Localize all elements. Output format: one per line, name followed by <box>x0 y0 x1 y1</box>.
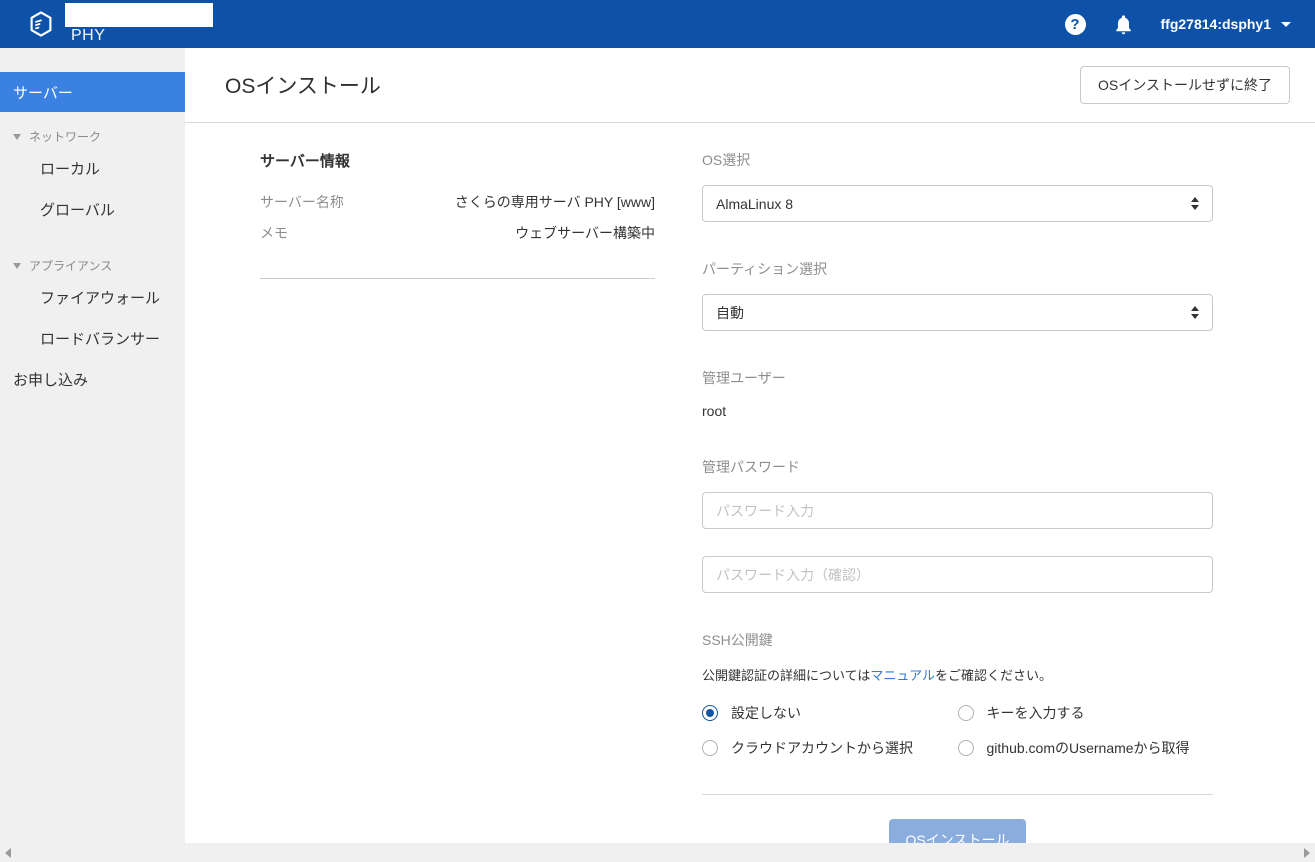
sidebar: サーバー ネットワーク ローカル グローバル アプライアンス ファイアウォール … <box>0 48 185 843</box>
server-name-row: サーバー名称 さくらの専用サーバ PHY [www] <box>260 192 655 212</box>
sidebar-item-global[interactable]: グローバル <box>0 200 185 218</box>
ssh-option-none[interactable]: 設定しない <box>702 703 958 723</box>
sidebar-item-server[interactable]: サーバー <box>0 72 185 112</box>
password-input[interactable] <box>702 492 1213 529</box>
horizontal-scrollbar[interactable] <box>0 843 1315 862</box>
sidebar-item-local[interactable]: ローカル <box>0 159 185 177</box>
ssh-option-enter-key[interactable]: キーを入力する <box>958 703 1214 723</box>
os-install-form: OS選択 AlmaLinux 8 パーティション選択 自動 管理ユーザー roo… <box>702 150 1213 861</box>
ssh-option-github-username[interactable]: github.comのUsernameから取得 <box>958 738 1214 758</box>
account-id: ffg27814:dsphy1 <box>1161 16 1271 32</box>
password-confirm-input[interactable] <box>702 556 1213 593</box>
chevron-down-icon <box>1281 22 1291 27</box>
sidebar-item-load-balancer[interactable]: ロードバランサー <box>0 329 185 347</box>
admin-user-label: 管理ユーザー <box>702 368 1213 388</box>
form-divider <box>702 794 1213 795</box>
scroll-right-arrow-icon[interactable] <box>1304 848 1310 858</box>
server-info-heading: サーバー情報 <box>260 150 655 171</box>
radio-icon[interactable] <box>958 740 974 756</box>
account-menu[interactable]: ffg27814:dsphy1 <box>1161 16 1291 32</box>
memo-label: メモ <box>260 223 288 243</box>
manual-link[interactable]: マニュアル <box>870 668 935 683</box>
sidebar-section-network[interactable]: ネットワーク <box>0 112 185 145</box>
radio-icon[interactable] <box>702 705 718 721</box>
page-title: OSインストール <box>225 70 381 100</box>
select-spinner-icon <box>1191 306 1199 319</box>
radio-icon[interactable] <box>958 705 974 721</box>
sidebar-item-firewall[interactable]: ファイアウォール <box>0 288 185 306</box>
partition-select-label: パーティション選択 <box>702 259 1213 279</box>
scroll-left-arrow-icon[interactable] <box>5 848 11 858</box>
brand[interactable]: さくらの専用サーバPHY <box>28 3 213 45</box>
triangle-down-icon <box>13 263 21 269</box>
sidebar-item-signup[interactable]: お申し込み <box>0 370 185 388</box>
sidebar-section-appliance[interactable]: アプライアンス <box>0 241 185 274</box>
ssh-option-cloud-account[interactable]: クラウドアカウントから選択 <box>702 738 958 758</box>
server-info-divider <box>260 278 655 279</box>
brand-title: さくらの専用サーバPHY <box>65 3 213 45</box>
partition-select[interactable]: 自動 <box>702 294 1213 331</box>
os-select[interactable]: AlmaLinux 8 <box>702 185 1213 222</box>
partition-select-value: 自動 <box>716 303 744 323</box>
triangle-down-icon <box>13 134 21 140</box>
admin-password-label: 管理パスワード <box>702 457 1213 477</box>
exit-without-install-button[interactable]: OSインストールせずに終了 <box>1080 66 1290 104</box>
server-name-label: サーバー名称 <box>260 192 344 212</box>
os-select-label: OS選択 <box>702 150 1213 170</box>
ssh-key-note: 公開鍵認証の詳細についてはマニュアルをご確認ください。 <box>702 665 1213 684</box>
select-spinner-icon <box>1191 197 1199 210</box>
top-navbar: さくらの専用サーバPHY ? ffg27814:dsphy1 <box>0 0 1315 48</box>
logo-hexagon-icon <box>28 10 54 38</box>
admin-user-value: root <box>702 403 1213 419</box>
memo-value: ウェブサーバー構築中 <box>515 223 655 243</box>
memo-row: メモ ウェブサーバー構築中 <box>260 223 655 243</box>
notification-bell-icon[interactable] <box>1114 14 1133 35</box>
main-content: OSインストール OSインストールせずに終了 サーバー情報 サーバー名称 さくら… <box>185 48 1315 843</box>
server-info-panel: サーバー情報 サーバー名称 さくらの専用サーバ PHY [www] メモ ウェブ… <box>260 150 655 861</box>
ssh-key-options: 設定しない キーを入力する クラウドアカウントから選択 github.comのU… <box>702 703 1213 758</box>
server-name-value: さくらの専用サーバ PHY [www] <box>455 192 655 212</box>
radio-icon[interactable] <box>702 740 718 756</box>
help-icon[interactable]: ? <box>1065 14 1086 35</box>
ssh-key-label: SSH公開鍵 <box>702 630 1213 650</box>
os-select-value: AlmaLinux 8 <box>716 196 793 212</box>
